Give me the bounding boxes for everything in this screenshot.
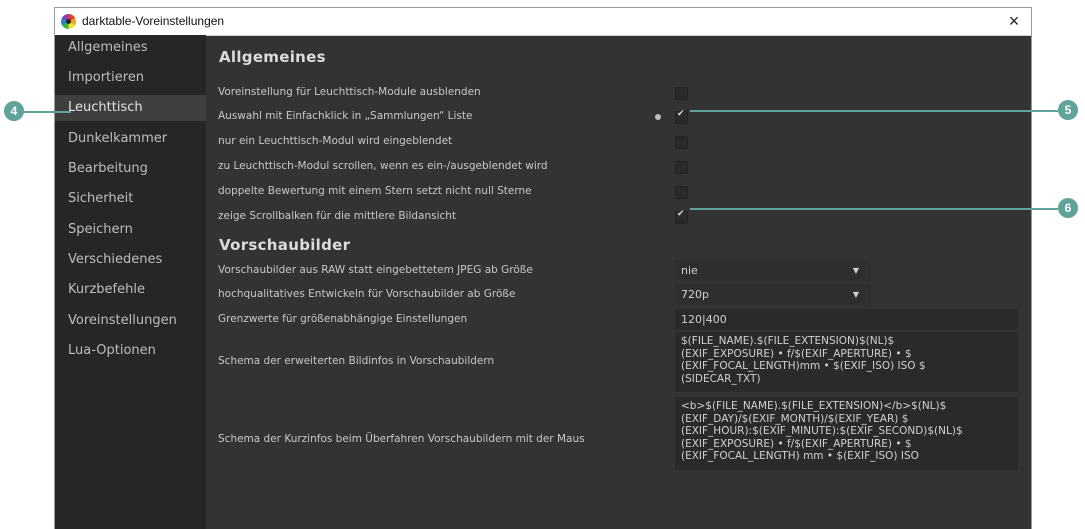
limits-input[interactable]: 120|400: [675, 309, 1018, 330]
setting-label: Voreinstellung für Leuchttisch-Module au…: [218, 86, 481, 98]
setting-label: hochqualitatives Entwickeln für Vorschau…: [218, 288, 516, 300]
callout-line: [19, 111, 71, 113]
setting-checkbox[interactable]: [675, 161, 688, 174]
setting-label: zeige Scrollbalken für die mittlere Bild…: [218, 210, 457, 222]
setting-label: Schema der Kurzinfos beim Überfahren Vor…: [218, 433, 585, 445]
setting-checkbox[interactable]: [675, 109, 688, 124]
sidebar-item-allgemeines[interactable]: Allgemeines: [55, 35, 206, 61]
sidebar-item-importieren[interactable]: Importieren: [55, 65, 206, 91]
sidebar-item-bearbeitung[interactable]: Bearbeitung: [55, 156, 206, 182]
chevron-down-icon: ▼: [852, 290, 859, 299]
setting-checkbox[interactable]: [675, 186, 688, 199]
callout-line: [690, 110, 1058, 112]
section-title-thumbnails: Vorschaubilder: [219, 236, 351, 254]
sidebar-item-kurzbefehle[interactable]: Kurzbefehle: [55, 277, 206, 303]
setting-label: doppelte Bewertung mit einem Stern setzt…: [218, 185, 532, 197]
title-bar: darktable-Voreinstellungen ×: [55, 8, 1031, 36]
sidebar-item-speichern[interactable]: Speichern: [55, 217, 206, 243]
sidebar-item-voreinstellungen[interactable]: Voreinstellungen: [55, 308, 206, 334]
select-value: 720p: [681, 288, 709, 301]
setting-checkbox[interactable]: [675, 87, 688, 100]
callout-badge-5: 5: [1058, 100, 1078, 120]
setting-label: nur ein Leuchttisch-Modul wird eingeblen…: [218, 135, 453, 147]
sidebar: Allgemeines Importieren Leuchttisch Dunk…: [55, 35, 206, 529]
setting-checkbox[interactable]: [675, 136, 688, 149]
sidebar-item-leuchttisch[interactable]: Leuchttisch: [55, 95, 206, 121]
callout-badge-4: 4: [4, 101, 24, 121]
select-value: nie: [681, 264, 698, 277]
setting-label: zu Leuchttisch-Modul scrollen, wenn es e…: [218, 160, 548, 172]
window-title: darktable-Voreinstellungen: [82, 14, 225, 28]
section-title-general: Allgemeines: [219, 48, 326, 66]
raw-thumbnail-select[interactable]: nie ▼: [675, 260, 871, 281]
changed-indicator-icon: [655, 114, 661, 120]
tooltip-pattern-input[interactable]: <b>$(FILE_NAME).$(FILE_EXTENSION)</b>$(N…: [675, 397, 1018, 470]
sidebar-item-lua-optionen[interactable]: Lua-Optionen: [55, 338, 206, 364]
setting-label: Vorschaubilder aus RAW statt eingebettet…: [218, 264, 533, 276]
callout-badge-6: 6: [1058, 198, 1078, 218]
setting-checkbox[interactable]: [675, 209, 688, 224]
extended-overlay-pattern-input[interactable]: $(FILE_NAME).$(FILE_EXTENSION)$(NL)$ (EX…: [675, 332, 1018, 392]
close-icon[interactable]: ×: [1003, 10, 1025, 32]
sidebar-item-sicherheit[interactable]: Sicherheit: [55, 186, 206, 212]
sidebar-item-dunkelkammer[interactable]: Dunkelkammer: [55, 126, 206, 152]
darktable-logo-icon: [61, 14, 76, 29]
chevron-down-icon: ▼: [852, 266, 859, 275]
hq-thumbnail-select[interactable]: 720p ▼: [675, 284, 871, 305]
setting-label: Auswahl mit Einfachklick in „Sammlungen“…: [218, 110, 473, 122]
sidebar-item-verschiedenes[interactable]: Verschiedenes: [55, 247, 206, 273]
setting-label: Grenzwerte für größenabhängige Einstellu…: [218, 313, 468, 325]
preferences-window: darktable-Voreinstellungen × Allgemeines…: [54, 7, 1032, 529]
setting-label: Schema der erweiterten Bildinfos in Vors…: [218, 355, 495, 367]
callout-line: [690, 208, 1058, 210]
